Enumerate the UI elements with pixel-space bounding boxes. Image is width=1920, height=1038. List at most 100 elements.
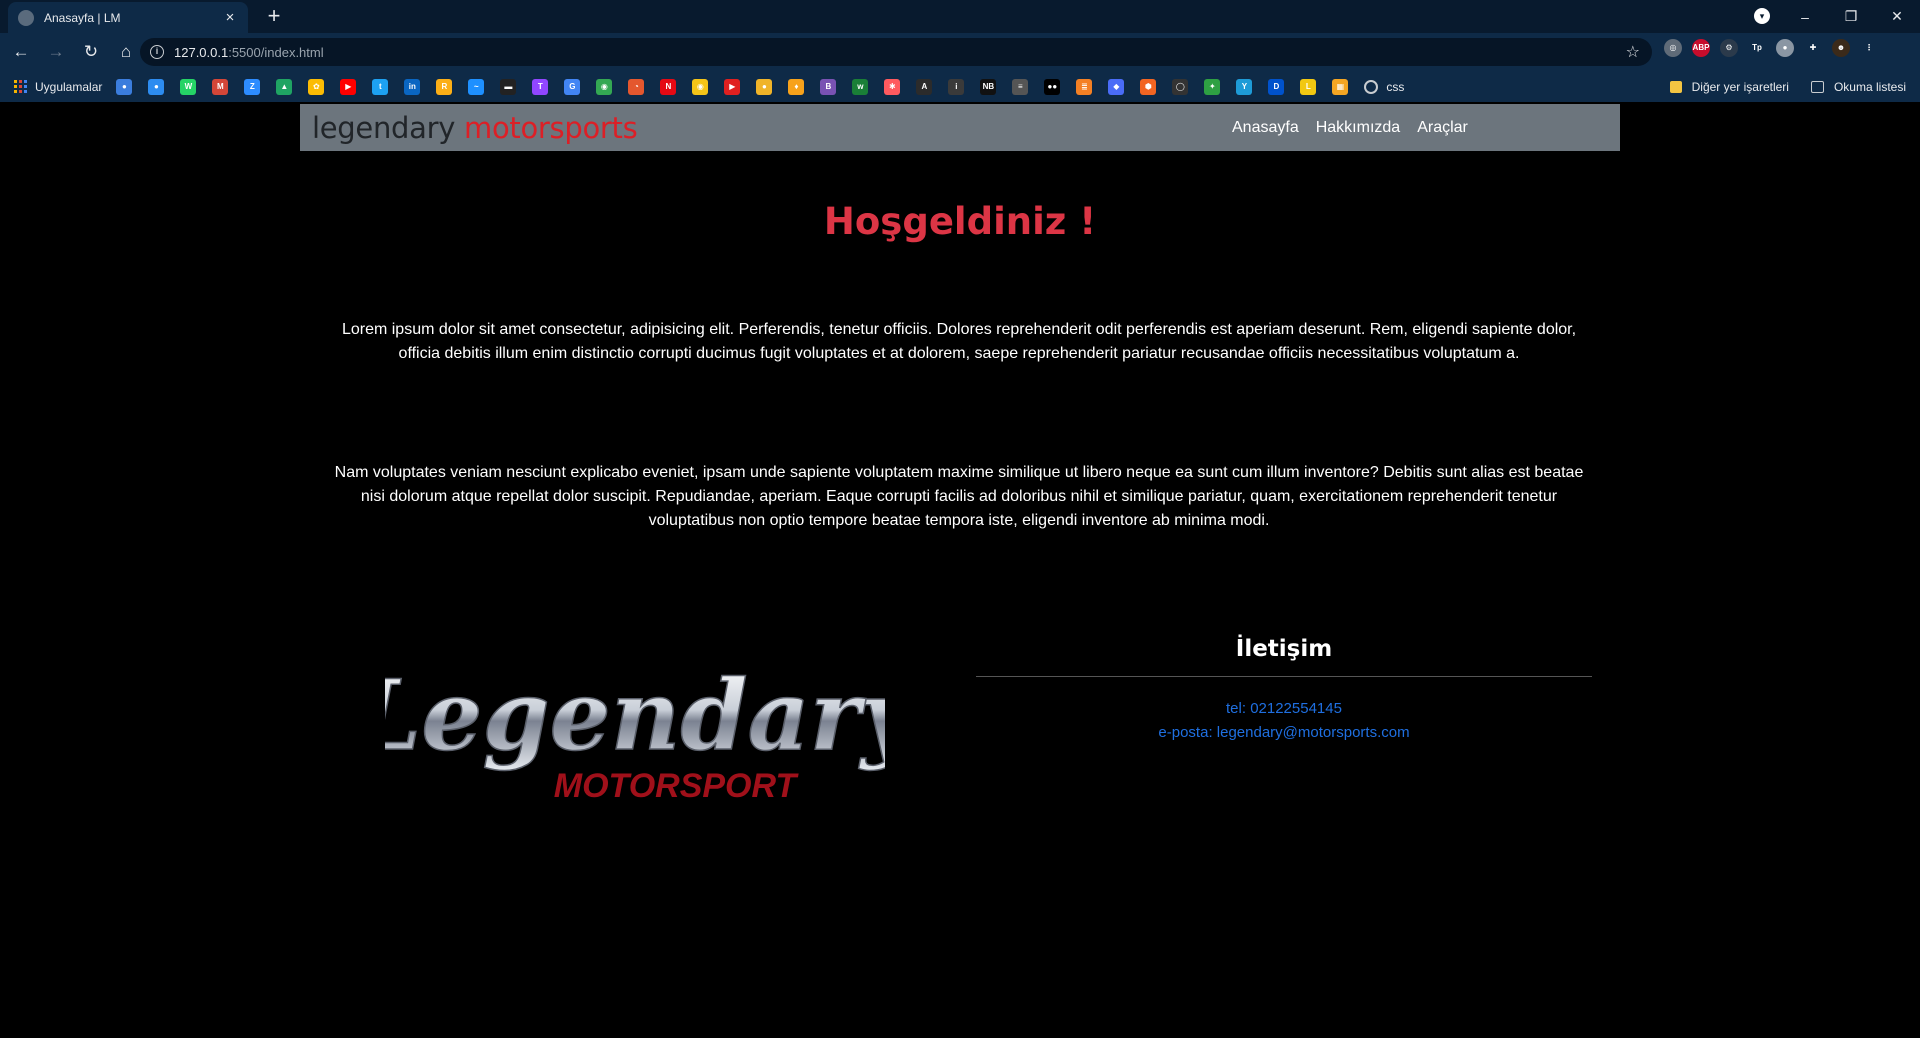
google-photos-icon[interactable]: ✿ [308, 78, 325, 95]
extensions-puzzle-icon[interactable]: ✚ [1804, 39, 1822, 57]
extension-gear-icon[interactable]: ⚙ [1720, 39, 1738, 57]
github-icon[interactable]: ◯ [1172, 78, 1189, 95]
profile-avatar-icon[interactable]: ☻ [1832, 39, 1850, 57]
bookmark-l-icon[interactable]: L [1300, 78, 1317, 95]
netflix-icon[interactable]: N [660, 78, 677, 95]
whatsapp-icon[interactable]: W [180, 78, 197, 95]
brand-part-1: legendary [312, 110, 456, 145]
google-maps-icon[interactable]: ◉ [596, 78, 613, 95]
tab-title: Anasayfa | LM [44, 10, 121, 25]
browser-menu-icon[interactable]: ⋮ [1860, 39, 1878, 57]
nav-link-hakkimizda[interactable]: Hakkımızda [1316, 119, 1400, 137]
tab-search-icon[interactable]: ▾ [1754, 8, 1770, 24]
url-path: :5500/index.html [228, 44, 324, 60]
globe-icon [1364, 79, 1379, 94]
svg-text:Legendary: Legendary [385, 659, 885, 772]
bookmark-dark-icon[interactable]: ▬ [500, 78, 517, 95]
bookmark-y-icon[interactable]: Y [1236, 78, 1253, 95]
bookmark-asterisk-icon[interactable]: ✱ [884, 78, 901, 95]
active-tab[interactable]: Anasayfa | LM × [8, 2, 248, 33]
bookmark-css[interactable]: css [1364, 79, 1405, 94]
bookmark-red-play-icon[interactable]: ▶ [724, 78, 741, 95]
bookmark-yellow-icon[interactable]: ◉ [692, 78, 709, 95]
extensions-area: ◎ ABP ⚙ Tp ● ✚ ☻ ⋮ [1664, 39, 1878, 57]
extension-dot-icon[interactable]: ● [1776, 39, 1794, 57]
bookmark-w-icon[interactable]: w [852, 78, 869, 95]
bookmark-multi-icon[interactable]: ✦ [1204, 78, 1221, 95]
bookmarks-right: Diğer yer işaretleri Okuma listesi [1669, 71, 1906, 102]
bookmark-d-icon[interactable]: D [1268, 78, 1285, 95]
bookmark-star-icon[interactable]: ☆ [1626, 42, 1640, 62]
other-bookmarks-label: Diğer yer işaretleri [1691, 79, 1789, 94]
browser-chrome: Anasayfa | LM × + ▾ – ❐ ✕ ← → ↻ ⌂ i 127.… [0, 0, 1920, 102]
contact-phone-link[interactable]: tel: 02122554145 [976, 697, 1592, 721]
legendary-motorsport-logo: Legendary MOTORSPORT [385, 658, 885, 805]
window-controls: – ❐ ✕ [1782, 0, 1920, 33]
home-icon[interactable]: ⌂ [112, 38, 140, 66]
other-bookmarks-button[interactable]: Diğer yer işaretleri [1669, 79, 1789, 94]
folder-icon [1669, 80, 1682, 93]
contact-title: İletişim [1235, 636, 1333, 662]
bookmark-stack-icon[interactable]: ≣ [1076, 78, 1093, 95]
contact-divider [976, 676, 1592, 677]
reading-list-icon [1810, 80, 1824, 93]
forward-arrow-icon[interactable]: → [42, 38, 70, 66]
youtube-icon[interactable]: ▶ [340, 78, 357, 95]
brand-logo-link[interactable]: legendary motorsports [312, 110, 638, 145]
bootstrap-icon[interactable]: B [820, 78, 837, 95]
globe-icon [18, 9, 34, 26]
address-bar[interactable]: i 127.0.0.1:5500/index.html ☆ [140, 38, 1652, 66]
bookmark-a-icon[interactable]: A [916, 78, 933, 95]
twitter-icon[interactable]: t [372, 78, 389, 95]
apps-label: Uygulamalar [35, 79, 103, 94]
linkedin-icon[interactable]: in [404, 78, 421, 95]
bookmark-orange-icon[interactable]: ◔ [628, 78, 645, 95]
intro-paragraph-2: Nam voluptates veniam nesciunt explicabo… [334, 464, 1584, 529]
bookmark-hex-icon[interactable]: ⬢ [1140, 78, 1157, 95]
bookmark-css-label: css [1386, 79, 1405, 94]
site-info-icon[interactable]: i [150, 45, 164, 59]
twitch-icon[interactable]: T [532, 78, 549, 95]
close-tab-icon[interactable]: × [222, 9, 238, 26]
medium-icon[interactable]: ●● [1044, 78, 1061, 95]
zoom-icon[interactable]: Z [244, 78, 261, 95]
contact-email-link[interactable]: e-posta: legendary@motorsports.com [976, 721, 1592, 745]
bookmark-icons: ● ● W M Z ▲ ✿ ▶ t in R ~ ▬ T G ◉ ◔ N ◉ ▶ ● ♦ Bw ✱ Ai NB ≡ ●● ≣ ◆ ⬢ ◯ ✦ Y D… [116, 78, 1364, 95]
bookmark-grid-icon[interactable]: ▦ [1332, 78, 1349, 95]
stackoverflow-icon[interactable]: ≡ [1012, 78, 1029, 95]
minimize-button[interactable]: – [1782, 9, 1828, 25]
back-arrow-icon[interactable]: ← [7, 38, 35, 66]
contact-section: İletişim tel: 02122554145 e-posta: legen… [976, 636, 1592, 745]
nav-link-anasayfa[interactable]: Anasayfa [1232, 119, 1299, 137]
new-tab-button[interactable]: + [262, 5, 286, 27]
bookmarks-bar: Uygulamalar ● ● W M Z ▲ ✿ ▶ t in R ~ ▬ T G ◉ ◔ N ◉ ▶ ● ♦ Bw ✱ Ai… [0, 71, 1920, 102]
nav-link-araclar[interactable]: Araçlar [1417, 119, 1468, 137]
bookmark-nb-icon[interactable]: NB [980, 78, 997, 95]
gmail-icon[interactable]: M [212, 78, 229, 95]
bookmark-diamond-icon[interactable]: ◆ [1108, 78, 1125, 95]
reading-list-button[interactable]: Okuma listesi [1810, 80, 1906, 94]
web-page: legendary motorsports Anasayfa Hakkımızd… [0, 102, 1920, 1038]
apps-grid-icon [14, 80, 27, 93]
intro-paragraph-1: Lorem ipsum dolor sit amet consectetur, … [341, 321, 1577, 362]
adblock-plus-icon[interactable]: ABP [1692, 39, 1710, 57]
bookmark-1-icon[interactable]: ● [116, 78, 133, 95]
close-window-button[interactable]: ✕ [1874, 8, 1920, 25]
google-drive-icon[interactable]: ▲ [276, 78, 293, 95]
extension-tp-icon[interactable]: Tp [1748, 39, 1766, 57]
nav-links: Anasayfa Hakkımızda Araçlar [1232, 104, 1468, 151]
site-navbar: legendary motorsports Anasayfa Hakkımızd… [300, 104, 1620, 151]
svg-text:MOTORSPORT: MOTORSPORT [554, 767, 800, 805]
bookmark-circle-icon[interactable]: ● [756, 78, 773, 95]
apps-bookmark[interactable]: Uygulamalar [14, 80, 102, 94]
bookmark-bulb-icon[interactable]: ♦ [788, 78, 805, 95]
extension-circle-icon[interactable]: ◎ [1664, 39, 1682, 57]
restore-button[interactable]: ❐ [1828, 8, 1874, 25]
bookmark-wave-icon[interactable]: ~ [468, 78, 485, 95]
bookmark-2-icon[interactable]: ● [148, 78, 165, 95]
google-translate-icon[interactable]: G [564, 78, 581, 95]
bookmark-i-icon[interactable]: i [948, 78, 965, 95]
url-host: 127.0.0.1 [174, 44, 229, 60]
reload-icon[interactable]: ↻ [77, 38, 105, 66]
rockstar-icon[interactable]: R [436, 78, 453, 95]
